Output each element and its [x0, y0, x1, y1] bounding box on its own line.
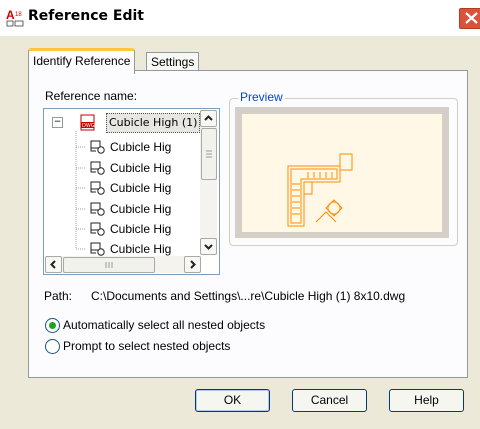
svg-text:DWG: DWG	[82, 123, 95, 129]
cubicle-preview-drawing	[287, 153, 353, 227]
path-value: C:\Documents and Settings\...re\Cubicle …	[91, 289, 406, 303]
scroll-up-button[interactable]	[200, 110, 217, 127]
tree-root-item[interactable]: Cubicle High (1)	[106, 113, 201, 133]
dwg-file-icon: DWG	[80, 114, 95, 131]
prompt-select-radio[interactable]	[45, 339, 60, 354]
horizontal-scroll-thumb[interactable]	[63, 257, 155, 273]
help-button[interactable]: Help	[389, 389, 464, 412]
block-reference-icon	[90, 242, 105, 256]
collapse-toggle[interactable]: −	[52, 117, 63, 128]
tree-item-label: Cubicle Hig	[110, 202, 172, 216]
tree-item-label: Cubicle Hig	[110, 181, 172, 195]
scroll-right-button[interactable]	[184, 256, 201, 273]
chevron-left-icon	[50, 260, 56, 269]
horizontal-scrollbar[interactable]	[45, 256, 201, 273]
scroll-left-button[interactable]	[45, 256, 62, 273]
chevron-down-icon	[204, 244, 213, 250]
preview-label: Preview	[238, 90, 285, 104]
tab-settings[interactable]: Settings	[146, 52, 200, 72]
grip-icon	[206, 150, 212, 158]
svg-text:A: A	[6, 8, 15, 22]
ok-button[interactable]: OK	[195, 389, 270, 412]
preview-canvas	[242, 114, 442, 232]
title-bar: A 18 Reference Edit	[0, 0, 480, 36]
chevron-right-icon	[190, 260, 196, 269]
close-icon	[465, 12, 478, 24]
tree-item-label: Cubicle Hig	[110, 161, 172, 175]
window-title: Reference Edit	[28, 8, 144, 24]
tree-item-label: Cubicle Hig	[110, 222, 172, 236]
grip-icon	[105, 262, 113, 268]
autocad-icon: A 18	[6, 8, 24, 27]
block-reference-icon	[90, 202, 105, 216]
auto-select-radio[interactable]	[45, 318, 60, 333]
scroll-down-button[interactable]	[200, 238, 217, 255]
prompt-select-label[interactable]: Prompt to select nested objects	[63, 339, 230, 353]
radio-selected-dot	[49, 322, 56, 329]
auto-select-label[interactable]: Automatically select all nested objects	[63, 318, 265, 332]
cancel-button[interactable]: Cancel	[292, 389, 367, 412]
reference-name-label: Reference name:	[45, 89, 138, 103]
scroll-thumb[interactable]	[201, 128, 217, 180]
tree-item-label: Cubicle Hig	[110, 140, 172, 154]
reference-tree[interactable]: − DWG Cubicle High (1) Cubicle Hig Cubic…	[43, 108, 220, 275]
block-reference-icon	[90, 222, 105, 236]
tab-identify-reference[interactable]: Identify Reference	[28, 48, 136, 74]
chevron-up-icon	[204, 115, 213, 121]
svg-text:18: 18	[15, 12, 22, 18]
block-reference-icon	[90, 140, 105, 154]
block-reference-icon	[90, 161, 105, 175]
path-label: Path:	[44, 289, 73, 303]
close-button[interactable]	[458, 7, 480, 30]
block-reference-icon	[90, 181, 105, 195]
vertical-scrollbar[interactable]	[200, 110, 217, 255]
